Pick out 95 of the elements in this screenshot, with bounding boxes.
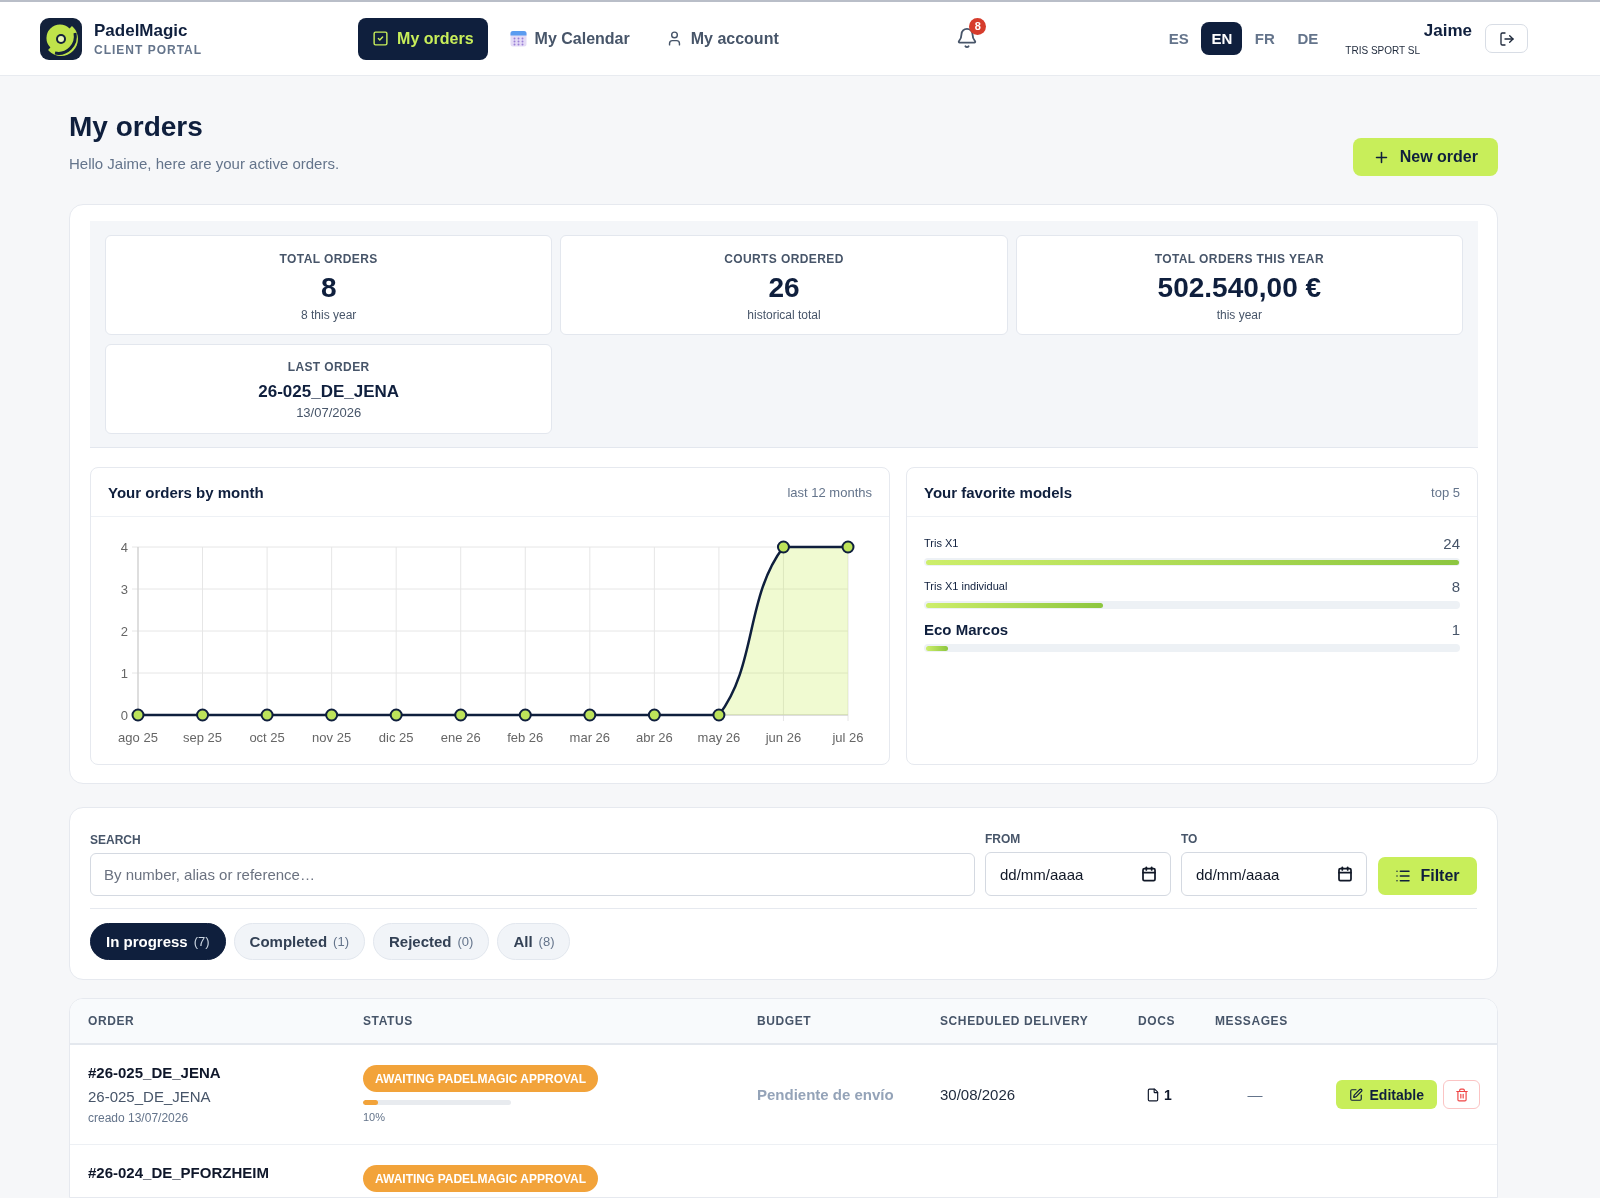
column-header: SCHEDULED DELIVERY <box>940 1014 1090 1028</box>
calendar-icon[interactable] <box>1337 866 1353 882</box>
axis-label: jul 26 <box>832 730 864 745</box>
axis-label: 3 <box>120 581 128 597</box>
order-number[interactable]: #26-024_DE_PFORZHEIM <box>88 1163 269 1183</box>
axis-label: sep 25 <box>183 730 223 745</box>
edit-icon <box>1348 1087 1363 1102</box>
stat-note: this year <box>1216 307 1262 323</box>
axis-label: dic 25 <box>378 730 414 745</box>
status-filter-tab[interactable]: All (8) <box>497 923 571 960</box>
brand-name: PadelMagic <box>94 20 189 41</box>
stat-label: LAST ORDER <box>287 360 370 374</box>
logout-button[interactable] <box>1485 24 1528 53</box>
calendar-icon[interactable] <box>1141 866 1157 882</box>
filter-button[interactable]: Filter <box>1378 857 1477 895</box>
axis-label: ago 25 <box>118 730 158 745</box>
status-filter-tab[interactable]: In progress (7) <box>90 923 226 960</box>
date-field[interactable]: dd/mm/aaaa <box>1181 852 1367 896</box>
delete-button[interactable] <box>1443 1080 1480 1109</box>
budget-status: Pendiente de envío <box>757 1086 894 1103</box>
status-badge: AWAITING PADELMAGIC APPROVAL <box>363 1065 599 1092</box>
card-title: Your orders by month <box>108 483 264 501</box>
axis-label: abr 26 <box>635 730 673 745</box>
model-name: Tris X1 individual <box>924 580 1008 592</box>
doc-count: 1 <box>1164 1086 1172 1103</box>
card-title: Your favorite models <box>924 483 1073 501</box>
order-alias: 26-025_DE_JENA <box>88 1087 211 1107</box>
page-subtitle: Hello Jaime, here are your active orders. <box>69 154 340 174</box>
status-filter-tab[interactable]: Rejected (0) <box>373 923 490 960</box>
status-badge: AWAITING PADELMAGIC APPROVAL <box>363 1165 599 1192</box>
column-header: MESSAGES <box>1215 1014 1289 1028</box>
axis-label: ene 26 <box>440 730 481 745</box>
column-header: ORDER <box>88 1014 136 1028</box>
page-title: My orders <box>69 110 204 144</box>
axis-label: 2 <box>120 623 128 639</box>
language-option[interactable]: FR <box>1244 22 1286 55</box>
model-name: Tris X1 <box>924 537 959 549</box>
brand-tagline: CLIENT PORTAL <box>94 42 203 57</box>
axis-label: 0 <box>120 707 128 723</box>
language-option[interactable]: EN <box>1201 22 1243 55</box>
nav-tab[interactable]: My orders <box>358 17 488 60</box>
edit-button[interactable]: Editable <box>1335 1080 1437 1109</box>
messages-value: — <box>1247 1086 1263 1103</box>
language-option[interactable]: ES <box>1158 22 1200 55</box>
stat-value: 26 <box>768 271 800 305</box>
user-name: Jaime <box>1423 21 1472 41</box>
notification-badge: 8 <box>969 17 987 35</box>
field-label: FROM <box>985 832 1022 846</box>
column-header: STATUS <box>363 1014 414 1028</box>
stat-label: TOTAL ORDERS THIS YEAR <box>1154 252 1324 266</box>
field-label: TO <box>1181 832 1199 846</box>
stat-note: 8 this year <box>301 307 357 323</box>
stat-value: 26-025_DE_JENA <box>258 381 400 403</box>
search-field[interactable]: By number, alias or reference… <box>90 853 975 896</box>
logo-icon <box>40 17 82 60</box>
language-option[interactable]: DE <box>1287 22 1329 55</box>
new-order-button[interactable]: New order <box>1352 138 1498 176</box>
calendar-icon <box>509 30 527 47</box>
list-icon <box>1395 868 1412 884</box>
axis-label: feb 26 <box>507 730 544 745</box>
axis-label: may 26 <box>697 730 741 745</box>
stat-label: TOTAL ORDERS <box>279 252 378 266</box>
user-company: TRIS SPORT SL <box>1345 45 1420 56</box>
stat-value: 8 <box>320 271 337 305</box>
card-note: last 12 months <box>787 484 872 500</box>
card-note: top 5 <box>1431 484 1460 500</box>
status-filter-tab[interactable]: Completed (1) <box>233 923 365 960</box>
column-header: DOCS <box>1138 1014 1177 1028</box>
model-name: Eco Marcos <box>924 620 1009 638</box>
delivery-date: 30/08/2026 <box>940 1086 1016 1103</box>
model-count: 24 <box>1443 534 1460 552</box>
model-count: 8 <box>1451 577 1460 595</box>
trash-icon <box>1454 1087 1469 1102</box>
axis-label: jun 26 <box>765 730 802 745</box>
stat-note: historical total <box>747 307 821 323</box>
field-label: SEARCH <box>90 833 142 847</box>
stat-value: 502.540,00 € <box>1157 271 1322 305</box>
axis-label: 4 <box>120 539 128 555</box>
stat-label: COURTS ORDERED <box>724 252 844 266</box>
logout-icon <box>1498 30 1515 47</box>
axis-label: nov 25 <box>312 730 352 745</box>
nav-tab[interactable]: My account <box>651 17 793 60</box>
created-date: creado 13/07/2026 <box>88 1111 189 1126</box>
file-icon <box>1146 1087 1161 1102</box>
stat-note: 13/07/2026 <box>296 405 362 421</box>
date-field[interactable]: dd/mm/aaaa <box>985 852 1171 896</box>
column-header: BUDGET <box>757 1014 813 1028</box>
model-count: 1 <box>1451 620 1460 638</box>
progress-label: 10% <box>363 1111 386 1123</box>
axis-label: 1 <box>120 665 128 681</box>
check-square-icon <box>372 30 390 47</box>
axis-label: mar 26 <box>569 730 611 745</box>
order-number[interactable]: #26-025_DE_JENA <box>88 1063 221 1083</box>
nav-tab[interactable]: My Calendar <box>495 17 644 60</box>
axis-label: oct 25 <box>249 730 285 745</box>
